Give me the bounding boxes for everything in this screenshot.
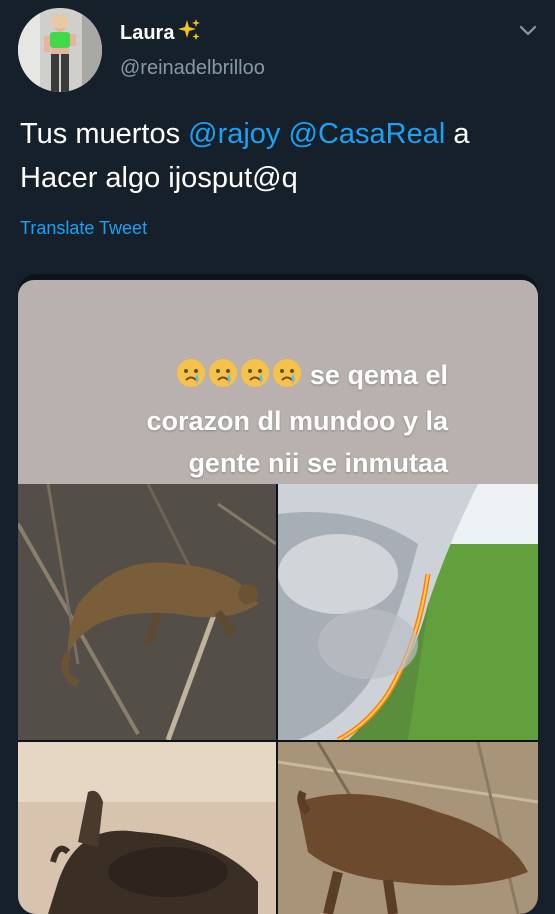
media-caption: se qema el corazon dl mundoo y la gente … [28, 354, 448, 484]
burned-deer-photo[interactable] [278, 742, 538, 914]
translate-tweet-link[interactable]: Translate Tweet [20, 218, 147, 239]
caption-line-1: se qema el [28, 354, 448, 400]
crying-face-icon [240, 359, 269, 387]
caption-text-1: se qema el [309, 360, 448, 390]
mention-link-rajoy[interactable]: @rajoy [188, 118, 280, 150]
media-card[interactable]: se qema el corazon dl mundoo y la gente … [18, 274, 538, 914]
tweet-header: Laura @reinadelbrilloo [0, 0, 555, 100]
caption-band: se qema el corazon dl mundoo y la gente … [18, 280, 538, 484]
burned-anteater-photo[interactable] [18, 484, 276, 740]
crying-face-icon [208, 359, 237, 387]
forest-fire-smoke-photo[interactable] [278, 484, 538, 740]
crying-face-icon [272, 359, 301, 387]
crying-face-icon-row [176, 358, 304, 400]
tweet-text-part: Tus muertos [20, 118, 189, 150]
crying-face-icon [176, 359, 205, 387]
mention-link-casareal[interactable]: @CasaReal [289, 118, 446, 150]
caption-line-2: corazon dl mundoo y la [146, 406, 448, 436]
chevron-down-icon[interactable] [516, 18, 540, 42]
burned-rabbit-photo[interactable] [18, 742, 276, 914]
display-name[interactable]: Laura [120, 18, 201, 48]
tweet-text: Tus muertos @rajoy @CasaReal a Hacer alg… [20, 112, 540, 200]
display-name-text: Laura [120, 22, 175, 44]
avatar[interactable] [18, 8, 102, 92]
user-handle[interactable]: @reinadelbrilloo [120, 57, 265, 80]
tweet-text-part [280, 118, 288, 150]
sparkles-icon [177, 18, 201, 48]
caption-line-3: gente nii se inmutaa [188, 448, 448, 478]
